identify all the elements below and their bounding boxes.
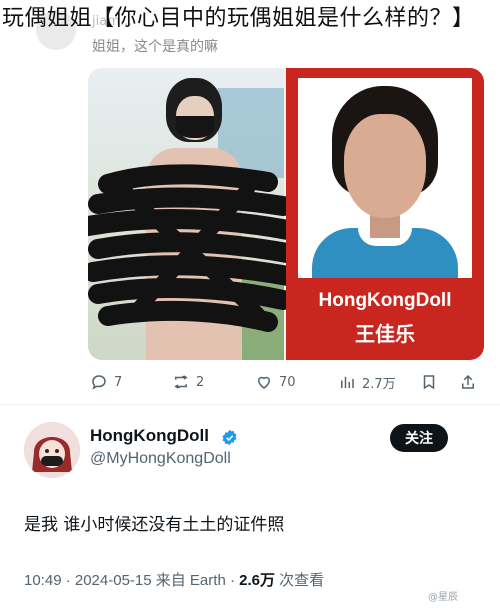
follow-button[interactable]: 关注 xyxy=(390,424,448,452)
tweet-text: 是我 谁小时候还没有土土的证件照 xyxy=(24,515,285,535)
anime-avatar-icon xyxy=(24,422,80,478)
verified-badge-icon xyxy=(222,429,237,446)
view-count: 2.6万 xyxy=(239,572,275,589)
like-button[interactable]: 70 xyxy=(255,372,296,392)
censor-scribble xyxy=(88,164,303,332)
image-caption-cn: 王佳乐 xyxy=(355,322,415,346)
share-button[interactable] xyxy=(459,372,477,392)
bookmark-icon xyxy=(423,375,435,390)
tweet-media[interactable]: HongKongDoll 王佳乐 xyxy=(88,68,484,360)
face-mask xyxy=(176,116,214,138)
headline-overlay: 玩偶姐姐【你心目中的玩偶姐姐是什么样的？】 xyxy=(2,6,475,31)
photo-right[interactable]: HongKongDoll 王佳乐 xyxy=(286,68,484,360)
divider xyxy=(0,404,500,405)
retweet-count: 2 xyxy=(196,374,205,390)
bookmark-button[interactable] xyxy=(420,372,438,392)
image-caption-en: HongKongDoll xyxy=(318,290,452,311)
views-icon xyxy=(341,376,354,388)
views-label: 次查看 xyxy=(274,572,325,589)
retweet-icon xyxy=(174,375,188,389)
id-photo xyxy=(298,78,472,278)
handle[interactable]: @MyHongKongDoll xyxy=(90,450,231,468)
reply-button[interactable]: 7 xyxy=(90,372,122,392)
display-name[interactable]: HongKongDoll xyxy=(90,426,209,446)
heart-icon xyxy=(257,376,271,389)
photo-left[interactable] xyxy=(88,68,303,360)
id-photo-face xyxy=(344,114,426,218)
views-count: 2.7万 xyxy=(362,376,396,392)
tweet-timestamp[interactable]: 10:49 · 2024-05-15 来自 Earth · xyxy=(24,572,239,589)
reply-count: 7 xyxy=(114,374,123,390)
reply-icon xyxy=(92,375,106,390)
tweet-text: 姐姐，这个是真的嘛 xyxy=(92,39,218,55)
retweet-button[interactable]: 2 xyxy=(172,372,204,392)
like-count: 70 xyxy=(279,374,296,390)
views-button[interactable]: 2.7万 xyxy=(338,372,396,392)
watermark: @星辰 xyxy=(428,592,458,603)
tweet-metadata: 10:49 · 2024-05-15 来自 Earth · 2.6万 次查看 xyxy=(24,569,324,590)
avatar[interactable] xyxy=(24,422,80,478)
share-icon xyxy=(462,374,474,389)
